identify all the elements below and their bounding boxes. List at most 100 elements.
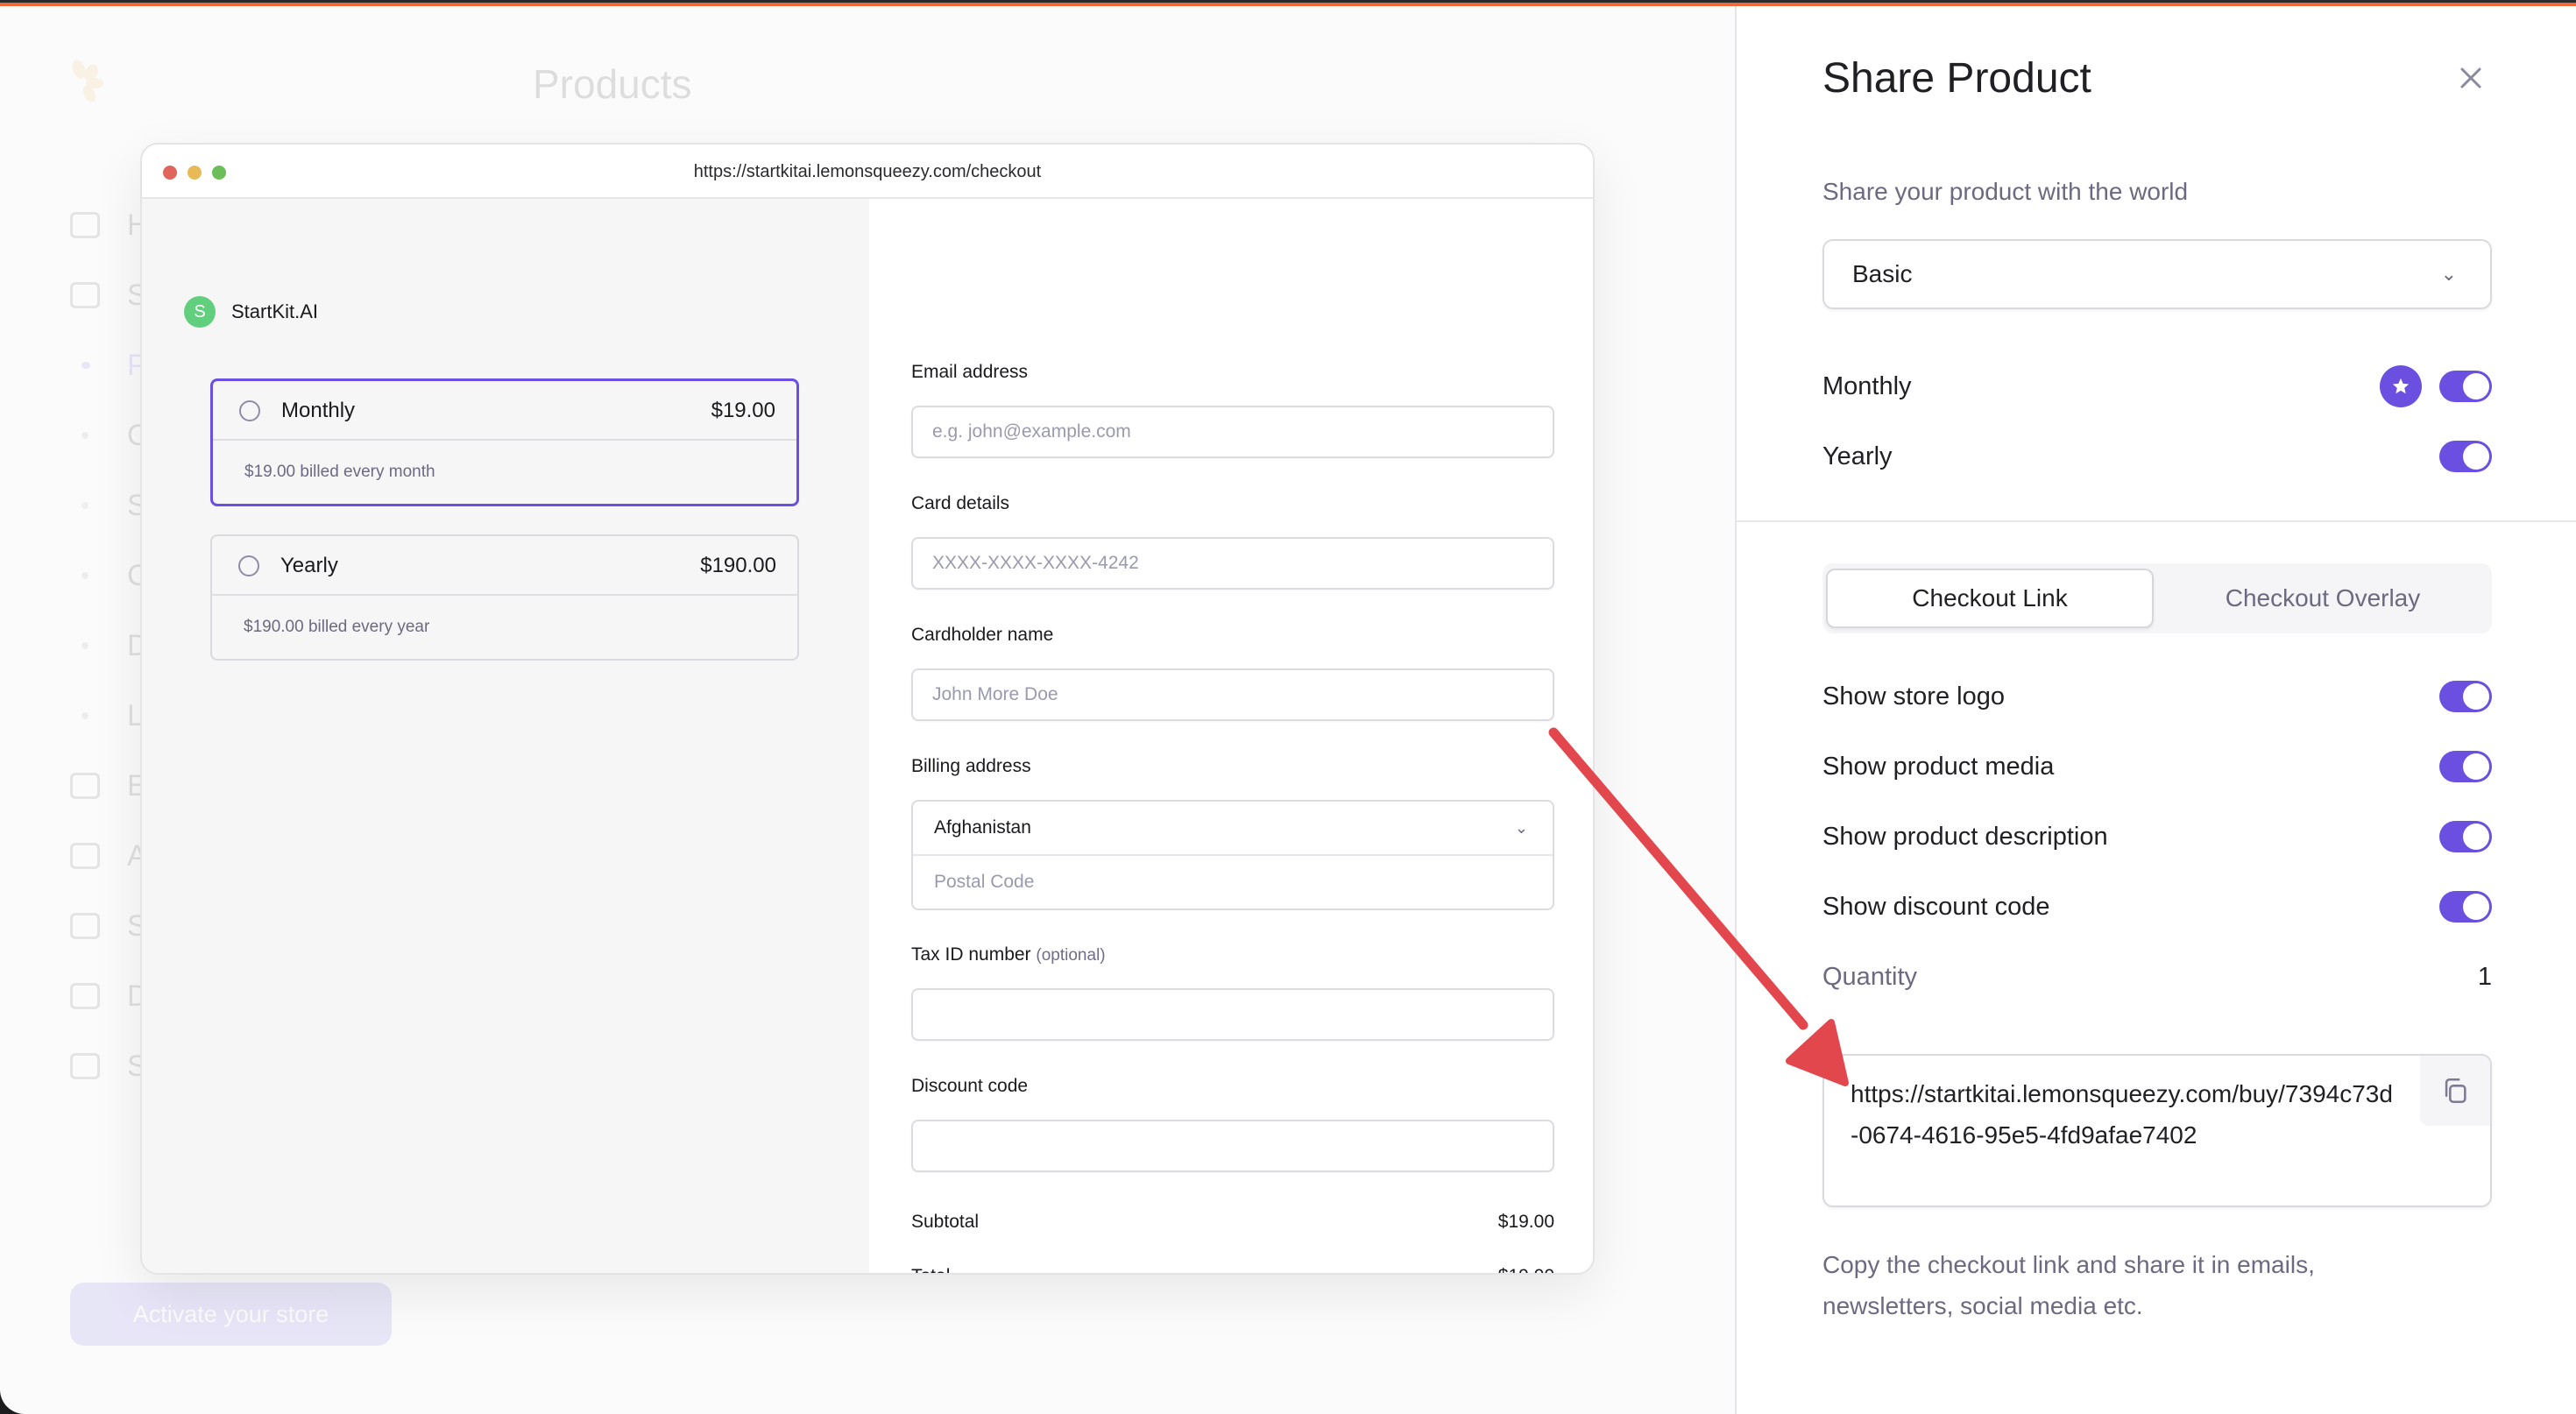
quantity-row: Quantity 1 [1822, 958, 2492, 996]
preview-titlebar: https://startkitai.lemonsqueezy.com/chec… [142, 145, 1593, 199]
tab-checkout-overlay[interactable]: Checkout Overlay [2159, 569, 2487, 628]
store-bag-icon [70, 282, 100, 308]
toggle-knob [2463, 443, 2489, 470]
copy-button[interactable] [2420, 1056, 2490, 1126]
optional-hint: (optional) [1036, 946, 1106, 965]
quantity-label: Quantity [1822, 962, 1917, 991]
checkout-product-pane: S StartKit.AI Basic Monthly $19.00 $19.0… [142, 199, 869, 1273]
share-product-panel: Share Product Share your product with th… [1735, 6, 2576, 1414]
dot-icon [81, 572, 88, 579]
app-window: Products HSPOSCDLEASDS Fill ou to ac ac … [0, 0, 2576, 1414]
store-name: StartKit.AI [231, 300, 319, 322]
tab-checkout-link[interactable]: Checkout Link [1826, 569, 2154, 628]
product-description-toggle[interactable] [2439, 821, 2492, 852]
summary-label: Total [911, 1266, 950, 1273]
checkout-preview-window: https://startkitai.lemonsqueezy.com/chec… [140, 143, 1595, 1275]
home-icon [70, 212, 100, 238]
email-label: Email address [911, 362, 1029, 382]
postal-code-field[interactable]: Postal Code [913, 856, 1553, 908]
chevron-down-icon: ⌄ [1514, 819, 1528, 837]
toggle-knob [2463, 824, 2489, 850]
close-icon[interactable] [2453, 60, 2488, 95]
option-label: Show product description [1822, 822, 2108, 851]
summary-label: Subtotal [911, 1212, 980, 1232]
tax-id-label-text: Tax ID number [911, 944, 1031, 965]
email-field[interactable]: e.g. john@example.com [911, 406, 1554, 458]
gear-icon [70, 913, 100, 939]
chevron-down-icon: ⌄ [2440, 263, 2457, 285]
checkout-form-pane: Email address e.g. john@example.com Card… [869, 199, 1593, 1273]
summary-value: $19.00 [1497, 1212, 1554, 1232]
billing-address-group: Afghanistan ⌄ Postal Code [911, 800, 1554, 910]
option-label: Show product media [1822, 752, 2055, 781]
discount-code-toggle[interactable] [2439, 891, 2492, 923]
option-row-discount-code: Show discount code [1822, 887, 2492, 926]
radio-icon[interactable] [238, 555, 259, 576]
card-number-field[interactable]: XXXX-XXXX-XXXX-4242 [911, 537, 1554, 590]
toggle-knob [2463, 683, 2489, 710]
send-icon [70, 773, 100, 799]
discount-label: Discount code [911, 1076, 1029, 1096]
featured-star-button[interactable] [2380, 365, 2422, 407]
sliders-icon [70, 1053, 100, 1079]
summary-row-subtotal: Subtotal $19.00 [911, 1212, 1554, 1233]
share-mode-tabs: Checkout Link Checkout Overlay [1822, 563, 2492, 633]
plan-name: Yearly [280, 554, 338, 577]
cursor-icon [70, 983, 100, 1009]
page-title: Products [533, 61, 692, 107]
discount-code-field[interactable] [911, 1120, 1554, 1172]
star-icon [2392, 378, 2410, 394]
dot-icon [81, 642, 88, 649]
product-select[interactable]: Basic ⌄ [1822, 239, 2492, 309]
dot-icon [81, 362, 90, 369]
variant-toggle[interactable] [2439, 441, 2492, 472]
preview-url: https://startkitai.lemonsqueezy.com/chec… [693, 162, 1042, 181]
toggle-knob [2463, 373, 2489, 399]
plan-price: $190.00 [700, 554, 776, 577]
billing-label: Billing address [911, 756, 1031, 776]
option-row-store-logo: Show store logo [1822, 677, 2492, 716]
cardholder-name-field[interactable]: John More Doe [911, 668, 1554, 721]
plan-description: $190.00 billed every year [244, 618, 430, 636]
checkout-url-box[interactable]: https://startkitai.lemonsqueezy.com/buy/… [1822, 1054, 2492, 1207]
card-label: Card details [911, 493, 1010, 513]
panel-title: Share Product [1822, 55, 2091, 102]
lemon-logo-icon [72, 60, 103, 103]
help-text: Copy the checkout link and share it in e… [1822, 1251, 2315, 1319]
plan-option-yearly[interactable]: Yearly $190.00 $190.00 billed every year [210, 534, 799, 661]
affiliates-icon [70, 843, 100, 869]
option-label: Show store logo [1822, 682, 2005, 711]
summary-row-total: Total $19.00 [911, 1266, 1554, 1273]
cardholder-label: Cardholder name [911, 625, 1054, 645]
variant-toggle[interactable] [2439, 371, 2492, 402]
variant-row-yearly: Yearly [1822, 437, 2492, 476]
country-select[interactable]: Afghanistan ⌄ [913, 802, 1553, 856]
dot-icon [81, 712, 88, 719]
plan-price: $19.00 [711, 399, 775, 422]
store-avatar: S [184, 296, 216, 328]
option-row-product-media: Show product media [1822, 747, 2492, 786]
plan-description: $19.00 billed every month [244, 463, 435, 481]
option-label: Show discount code [1822, 892, 2050, 921]
product-select-value: Basic [1852, 260, 1913, 287]
panel-subtitle: Share your product with the world [1822, 178, 2189, 205]
quantity-value[interactable]: 1 [2478, 963, 2492, 992]
plan-name: Monthly [281, 399, 356, 422]
store-logo-toggle[interactable] [2439, 681, 2492, 712]
variant-label: Yearly [1822, 442, 1893, 470]
tax-id-field[interactable] [911, 988, 1554, 1041]
variant-label: Monthly [1822, 371, 1912, 400]
toggle-knob [2463, 753, 2489, 780]
radio-icon[interactable] [239, 400, 260, 421]
tax-id-label: Tax ID number (optional) [911, 944, 1106, 965]
product-media-toggle[interactable] [2439, 751, 2492, 782]
country-value: Afghanistan [934, 817, 1031, 838]
plan-option-monthly[interactable]: Monthly $19.00 $19.00 billed every month [210, 378, 799, 506]
checkout-url[interactable]: https://startkitai.lemonsqueezy.com/buy/… [1851, 1073, 2394, 1156]
summary-value: $19.00 [1498, 1266, 1554, 1273]
dot-icon [81, 432, 88, 439]
toggle-knob [2463, 894, 2489, 920]
variant-row-monthly: Monthly [1822, 365, 2492, 407]
activate-store-button[interactable]: Activate your store [70, 1283, 392, 1346]
option-row-product-description: Show product description [1822, 817, 2492, 856]
